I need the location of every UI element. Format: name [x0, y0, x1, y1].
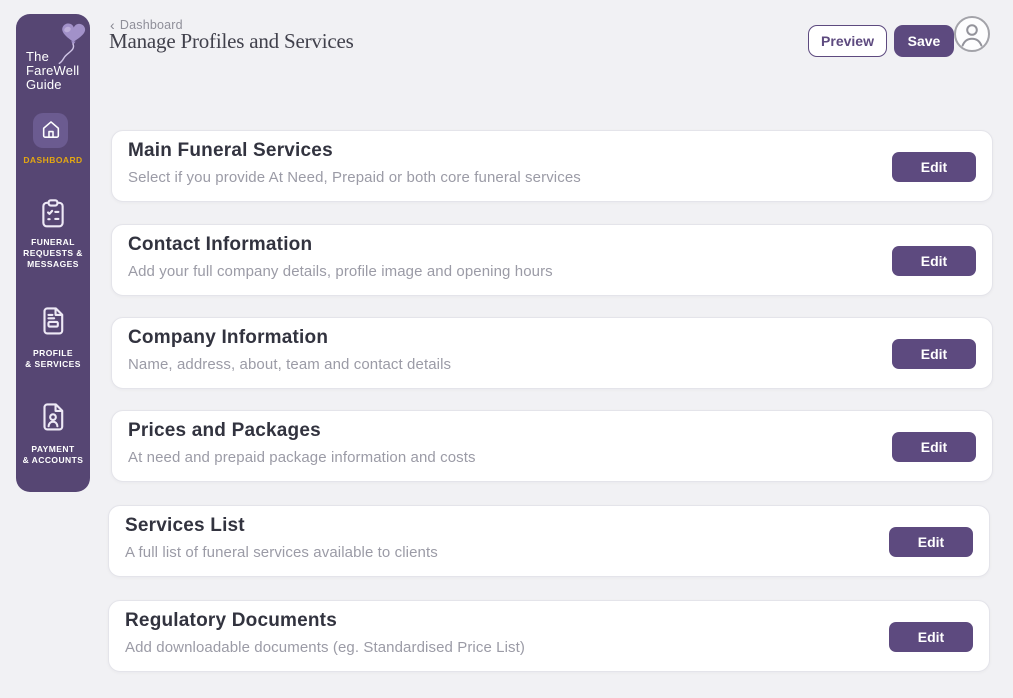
card-contact-information: Contact Information Add your full compan…	[111, 224, 993, 296]
card-subtitle: At need and prepaid package information …	[128, 449, 476, 466]
farewell-guide-logo: The FareWell Guide	[26, 50, 79, 92]
home-icon	[40, 118, 62, 143]
card-main-funeral-services: Main Funeral Services Select if you prov…	[111, 130, 993, 202]
sidebar-item-funeral-requests[interactable]: FUNERAL REQUESTS & MESSAGES	[16, 237, 90, 270]
card-title: Company Information	[128, 327, 328, 349]
save-button[interactable]: Save	[894, 25, 954, 57]
sidebar: The FareWell Guide DASHBOARD FUNERAL REQ…	[16, 14, 90, 492]
card-subtitle: Select if you provide At Need, Prepaid o…	[128, 169, 581, 186]
person-document-icon[interactable]	[36, 399, 70, 440]
card-title: Services List	[125, 515, 245, 537]
card-services-list: Services List A full list of funeral ser…	[108, 505, 990, 577]
edit-regulatory-documents-button[interactable]: Edit	[889, 622, 973, 652]
sidebar-item-dashboard-label[interactable]: DASHBOARD	[16, 155, 90, 166]
card-subtitle: Add downloadable documents (eg. Standard…	[125, 639, 525, 656]
edit-contact-information-button[interactable]: Edit	[892, 246, 976, 276]
card-title: Contact Information	[128, 234, 312, 256]
card-regulatory-documents: Regulatory Documents Add downloadable do…	[108, 600, 990, 672]
preview-button[interactable]: Preview	[808, 25, 887, 57]
user-avatar-icon[interactable]	[953, 15, 991, 53]
edit-prices-and-packages-button[interactable]: Edit	[892, 432, 976, 462]
card-title: Prices and Packages	[128, 420, 321, 442]
sidebar-item-profile-services[interactable]: PROFILE & SERVICES	[16, 348, 90, 370]
card-subtitle: A full list of funeral services availabl…	[125, 544, 438, 561]
edit-company-information-button[interactable]: Edit	[892, 339, 976, 369]
sidebar-item-payment-accounts[interactable]: PAYMENT & ACCOUNTS	[16, 444, 90, 466]
clipboard-checklist-icon[interactable]	[36, 196, 70, 237]
card-title: Regulatory Documents	[125, 610, 337, 632]
edit-main-funeral-services-button[interactable]: Edit	[892, 152, 976, 182]
card-prices-and-packages: Prices and Packages At need and prepaid …	[111, 410, 993, 482]
document-lines-icon[interactable]	[36, 303, 70, 344]
card-title: Main Funeral Services	[128, 140, 333, 162]
edit-services-list-button[interactable]: Edit	[889, 527, 973, 557]
card-company-information: Company Information Name, address, about…	[111, 317, 993, 389]
card-subtitle: Name, address, about, team and contact d…	[128, 356, 451, 373]
page-title: Manage Profiles and Services	[109, 29, 354, 54]
sidebar-item-dashboard[interactable]	[33, 113, 68, 148]
card-subtitle: Add your full company details, profile i…	[128, 263, 553, 280]
